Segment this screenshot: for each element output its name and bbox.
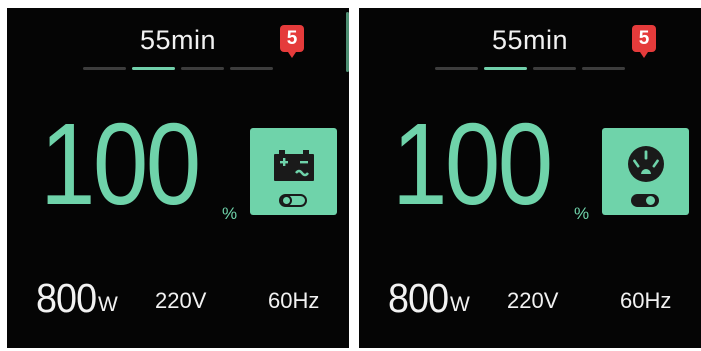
- notification-badge[interactable]: 5: [280, 25, 304, 58]
- percent-unit: %: [574, 204, 590, 223]
- page-indicator: [83, 67, 273, 70]
- output-stats: 800 W 220V 60Hz: [359, 272, 701, 322]
- output-stats: 800 W 220V 60Hz: [7, 272, 349, 322]
- frequency-readout: 60Hz: [620, 288, 672, 313]
- battery-percent: 100: [40, 99, 201, 229]
- output-power-unit: W: [98, 293, 118, 316]
- output-power-value: 800: [36, 275, 97, 321]
- car-battery-icon: [274, 150, 314, 181]
- voltage-readout: 220V: [155, 288, 207, 313]
- page-indicator: [435, 67, 625, 70]
- notification-badge[interactable]: 5: [632, 25, 656, 58]
- page-dot-active[interactable]: [484, 67, 527, 70]
- page-dot[interactable]: [181, 67, 224, 70]
- page-dot[interactable]: [582, 67, 625, 70]
- battery-percent: 100: [392, 99, 553, 229]
- toggle-knob: [646, 196, 655, 205]
- output-power-value: 800: [388, 275, 449, 321]
- output-toggle[interactable]: [279, 194, 307, 207]
- toggle-knob: [281, 195, 292, 206]
- percent-unit: %: [222, 204, 238, 223]
- ac-output-tile[interactable]: [602, 128, 689, 215]
- page-dot[interactable]: [83, 67, 126, 70]
- page-dot[interactable]: [230, 67, 273, 70]
- dc-output-tile[interactable]: [250, 128, 337, 215]
- page-dot-active[interactable]: [132, 67, 175, 70]
- page-dot[interactable]: [533, 67, 576, 70]
- ac-outlet-icon: [628, 146, 664, 182]
- page-dot[interactable]: [435, 67, 478, 70]
- voltage-readout: 220V: [507, 288, 559, 313]
- device-screen-dc: 55min 5 100 % 800 W 220V 60Hz: [7, 8, 349, 348]
- output-power-unit: W: [450, 293, 470, 316]
- device-screen-ac: 55min 5 100 % 800 W 220V 60Hz: [359, 8, 701, 348]
- output-toggle[interactable]: [631, 194, 659, 207]
- frequency-readout: 60Hz: [268, 288, 320, 313]
